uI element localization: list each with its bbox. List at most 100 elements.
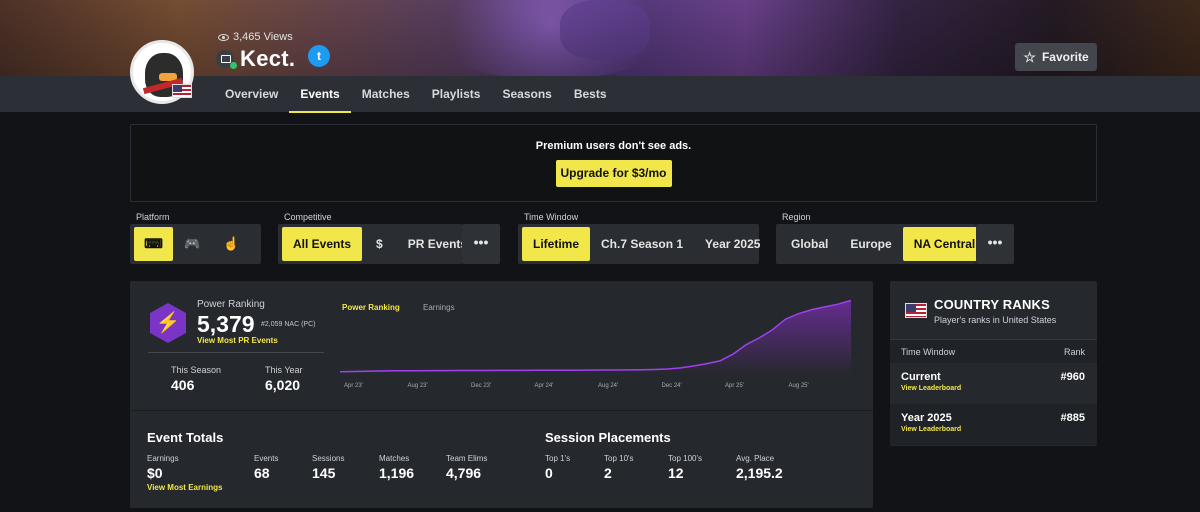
stat-value-matches: 1,196 bbox=[379, 465, 415, 481]
view-count-text: 3,465 Views bbox=[233, 31, 293, 43]
this-year-value: 6,020 bbox=[265, 377, 301, 393]
power-ranking-region-rank: #2,059 NAC (PC) bbox=[261, 321, 316, 328]
platform-filter: ⌨ 🎮 ☝ bbox=[130, 224, 261, 264]
x-tick-label: Dec 23' bbox=[471, 383, 491, 389]
stat-label-earnings: Earnings bbox=[147, 454, 179, 463]
country-ranks-subtitle: Player's ranks in United States bbox=[934, 315, 1057, 325]
twitter-icon[interactable]: t bbox=[308, 45, 330, 67]
power-ranking-title: Power Ranking bbox=[197, 299, 265, 310]
tab-seasons[interactable]: Seasons bbox=[491, 76, 562, 113]
stat-value-top100: 12 bbox=[668, 465, 684, 481]
competitive-more-button[interactable]: ••• bbox=[462, 224, 500, 264]
x-tick-label: Apr 24' bbox=[535, 383, 554, 389]
power-ranking-badge-icon: ⚡ bbox=[150, 303, 186, 343]
touch-icon[interactable]: ☝ bbox=[212, 227, 251, 261]
tab-playlists[interactable]: Playlists bbox=[421, 76, 492, 113]
country-ranks-title: COUNTRY RANKS bbox=[934, 297, 1050, 312]
stat-label-top10: Top 10's bbox=[604, 454, 634, 463]
time-window-filter-label: Time Window bbox=[524, 212, 579, 222]
tab-bests[interactable]: Bests bbox=[563, 76, 618, 113]
session-placements-title: Session Placements bbox=[545, 430, 671, 445]
x-tick-label: Aug 23' bbox=[408, 383, 428, 389]
rank-value: #960 bbox=[1060, 371, 1085, 383]
favorite-label: Favorite bbox=[1041, 50, 1089, 64]
star-icon: ☆ bbox=[1023, 48, 1036, 65]
stat-label-top1: Top 1's bbox=[545, 454, 571, 463]
platform-pc-icon bbox=[216, 50, 237, 69]
tab-overview[interactable]: Overview bbox=[214, 76, 289, 113]
stat-value-earnings: $0 bbox=[147, 465, 163, 481]
tab-matches[interactable]: Matches bbox=[351, 76, 421, 113]
column-time-window: Time Window bbox=[901, 347, 956, 357]
eye-icon bbox=[218, 33, 229, 41]
view-leaderboard-link[interactable]: View Leaderboard bbox=[901, 385, 961, 392]
this-year-label: This Year bbox=[265, 365, 303, 375]
stat-label-sessions: Sessions bbox=[312, 454, 345, 463]
table-row: Year 2025 View Leaderboard #885 bbox=[890, 404, 1097, 445]
filter-europe[interactable]: Europe bbox=[839, 227, 902, 261]
rank-window: Current bbox=[901, 371, 941, 383]
event-totals-title: Event Totals bbox=[147, 430, 224, 445]
stat-value-events: 68 bbox=[254, 465, 270, 481]
x-tick-label: Apr 23' bbox=[344, 383, 363, 389]
view-most-earnings-link[interactable]: View Most Earnings bbox=[147, 483, 222, 492]
time-window-filter: Lifetime Ch.7 Season 1 Year 2025 bbox=[518, 224, 760, 264]
upgrade-button[interactable]: Upgrade for $3/mo bbox=[555, 160, 672, 187]
this-season-value: 406 bbox=[171, 377, 195, 393]
stat-label-avg-place: Avg. Place bbox=[736, 454, 775, 463]
competitive-filter-label: Competitive bbox=[284, 212, 332, 222]
divider bbox=[130, 410, 873, 411]
filter-lifetime[interactable]: Lifetime bbox=[522, 227, 591, 261]
view-most-pr-events-link[interactable]: View Most PR Events bbox=[197, 336, 278, 345]
us-flag-icon bbox=[905, 303, 927, 318]
competitive-filter: All Events $ PR Events bbox=[278, 224, 467, 264]
stat-label-matches: Matches bbox=[379, 454, 410, 463]
table-row: Current View Leaderboard #960 bbox=[890, 363, 1097, 404]
filter-all-events[interactable]: All Events bbox=[282, 227, 363, 261]
column-rank: Rank bbox=[1063, 347, 1085, 357]
stat-label-team-elims: Team Elims bbox=[446, 454, 488, 463]
country-ranks-panel: COUNTRY RANKS Player's ranks in United S… bbox=[890, 281, 1097, 446]
platform-filter-label: Platform bbox=[136, 212, 170, 222]
rank-value: #885 bbox=[1060, 412, 1085, 424]
this-season-label: This Season bbox=[171, 365, 222, 375]
player-name-row: Kect. bbox=[216, 46, 295, 72]
us-flag-icon bbox=[172, 84, 192, 98]
tab-events[interactable]: Events bbox=[289, 76, 351, 113]
stat-value-avg-place: 2,195.2 bbox=[736, 465, 783, 481]
filter-global[interactable]: Global bbox=[780, 227, 839, 261]
filter-na-central[interactable]: NA Central bbox=[902, 227, 987, 261]
favorite-button[interactable]: ☆ Favorite bbox=[1015, 43, 1097, 71]
stat-value-top10: 2 bbox=[604, 465, 612, 481]
x-tick-label: Aug 25' bbox=[789, 383, 809, 389]
stat-value-top1: 0 bbox=[545, 465, 553, 481]
power-ranking-value: 5,379 bbox=[197, 311, 255, 337]
player-name: Kect. bbox=[240, 46, 296, 71]
chart-area bbox=[340, 300, 851, 373]
keyboard-icon[interactable]: ⌨ bbox=[134, 227, 173, 261]
rank-window: Year 2025 bbox=[901, 412, 952, 424]
divider bbox=[148, 352, 324, 353]
filter-earnings-events[interactable]: $ bbox=[362, 227, 397, 261]
stat-label-top100: Top 100's bbox=[668, 454, 702, 463]
country-ranks-header: Time Window Rank bbox=[890, 339, 1097, 363]
x-tick-label: Aug 24' bbox=[598, 383, 618, 389]
x-tick-label: Dec 24' bbox=[662, 383, 682, 389]
region-filter-label: Region bbox=[782, 212, 811, 222]
filter-ch7-season1[interactable]: Ch.7 Season 1 bbox=[590, 227, 694, 261]
gamepad-icon[interactable]: 🎮 bbox=[173, 227, 212, 261]
stats-panel: ⚡ Power Ranking 5,379 #2,059 NAC (PC) Vi… bbox=[130, 281, 873, 508]
stat-value-sessions: 145 bbox=[312, 465, 336, 481]
premium-message: Premium users don't see ads. bbox=[535, 140, 692, 152]
view-leaderboard-link[interactable]: View Leaderboard bbox=[901, 426, 961, 433]
premium-ad-box: Premium users don't see ads. Upgrade for… bbox=[130, 124, 1097, 202]
power-ranking-chart: Apr 23' Aug 23' Dec 23' Apr 24' Aug 24' Dec 2… bbox=[339, 299, 852, 389]
profile-tabs: Overview Events Matches Playlists Season… bbox=[214, 76, 618, 113]
view-count: 3,465 Views bbox=[218, 31, 293, 43]
region-filter: Global Europe NA Central bbox=[776, 224, 987, 264]
x-tick-label: Apr 25' bbox=[725, 383, 744, 389]
region-more-button[interactable]: ••• bbox=[976, 224, 1014, 264]
filter-year-2025[interactable]: Year 2025 bbox=[694, 227, 771, 261]
stat-value-team-elims: 4,796 bbox=[446, 465, 482, 481]
verified-icon bbox=[230, 62, 237, 69]
